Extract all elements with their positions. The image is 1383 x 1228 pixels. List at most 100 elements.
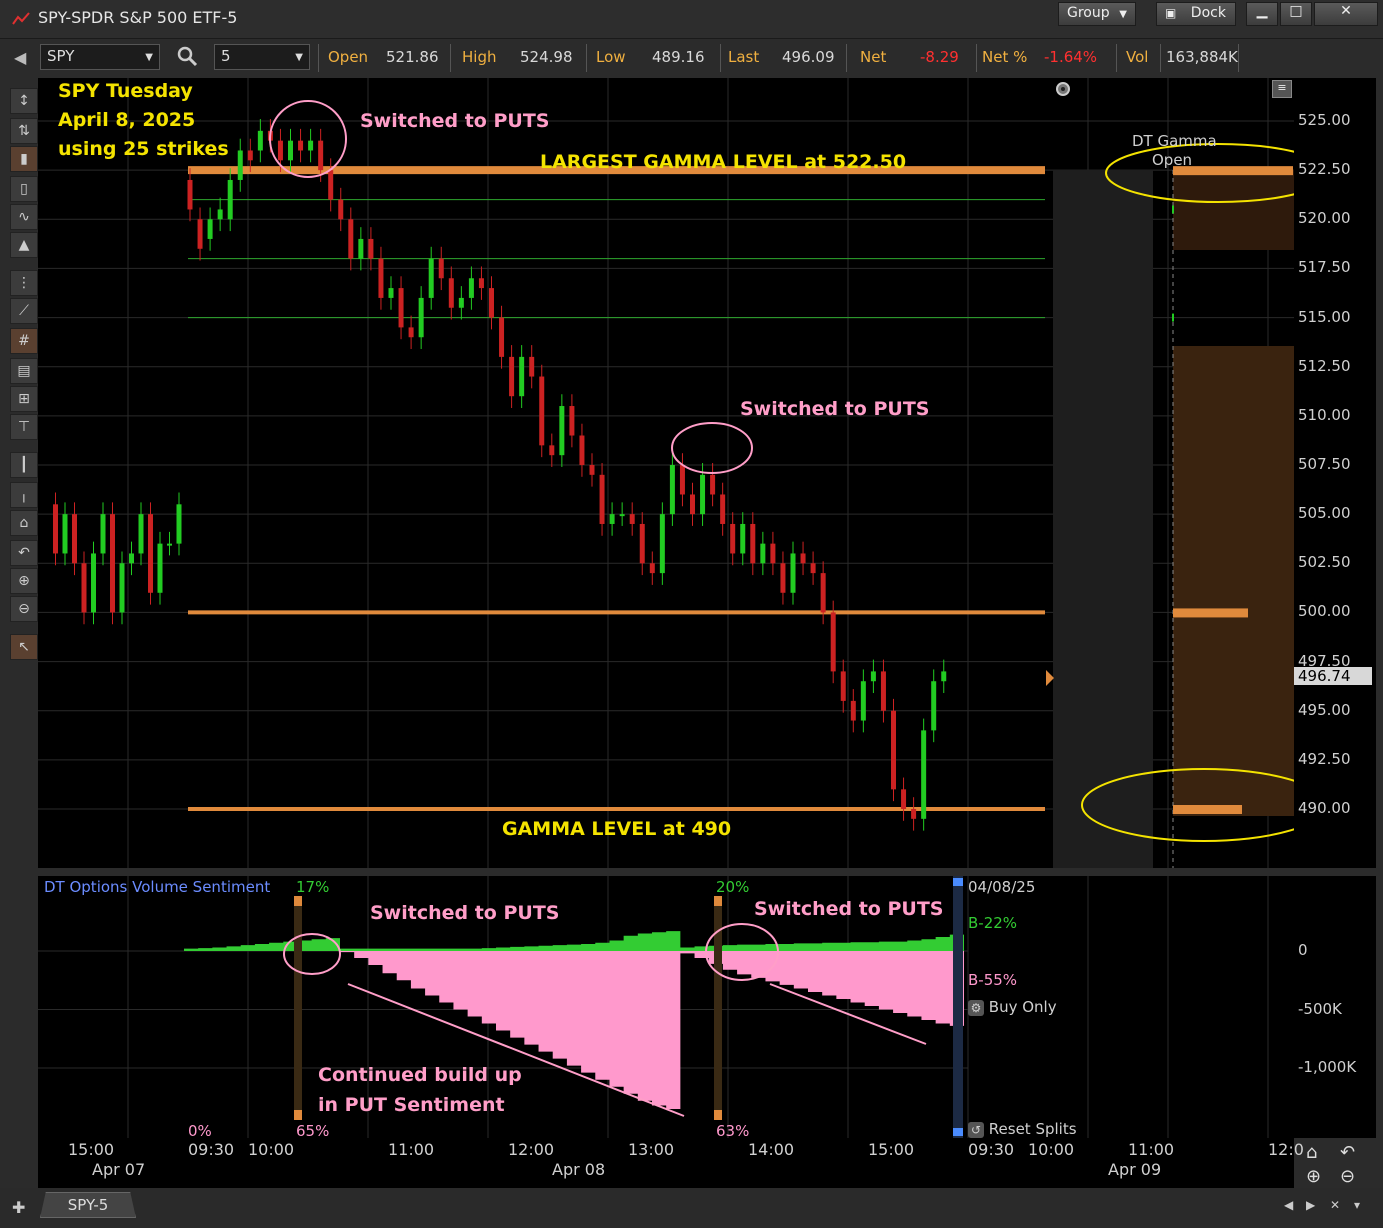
buy-calls-pct: B-22% [968, 914, 1018, 932]
chevron-down-icon: ▼ [1119, 9, 1127, 20]
quote-separator [450, 44, 451, 72]
scale-tool-icon[interactable]: ┃ [10, 452, 38, 478]
home-icon[interactable]: ⌂ [1306, 1142, 1317, 1163]
minimize-button[interactable]: ▁ [1246, 2, 1278, 26]
candle-body [176, 504, 182, 544]
candle-body [318, 140, 324, 171]
candle-body [237, 150, 243, 180]
candle-body [129, 553, 134, 564]
reset-splits-button[interactable]: ↺ Reset Splits [968, 1120, 1077, 1138]
candle-body [730, 523, 736, 554]
line-chart-icon[interactable]: ∿ [10, 204, 38, 230]
grid-tool-icon[interactable]: # [10, 328, 38, 354]
candle-body [609, 514, 615, 524]
quote-value-4: -8.29 [920, 48, 959, 66]
group-dropdown[interactable]: Group ▼ [1058, 2, 1136, 26]
candle-body [599, 474, 605, 524]
minimize-icon: ▁ [1256, 3, 1268, 19]
candlestick-chart[interactable] [38, 78, 1294, 868]
scroll-right-icon[interactable]: ▶ [1306, 1198, 1315, 1212]
candle-body [247, 150, 253, 161]
crosshair-tool-icon[interactable]: ↕ [10, 88, 38, 114]
candle-body [820, 573, 826, 613]
quote-separator [846, 44, 847, 72]
close-button[interactable]: ✕ [1314, 2, 1378, 26]
candle-body [308, 140, 314, 151]
sentiment-scale-label: -500K [1298, 999, 1342, 1018]
gamma-shade [1053, 170, 1153, 868]
collapse-left-icon[interactable]: ◀ [14, 48, 26, 67]
sentiment-area-chart[interactable] [38, 876, 1294, 1138]
gamma-profile-bar [1173, 805, 1242, 814]
zoom-in-icon[interactable]: ⊕ [10, 568, 38, 594]
candle-body [649, 563, 655, 574]
tab-spy-5[interactable]: SPY-5 [40, 1192, 136, 1218]
split-handle [294, 1110, 302, 1120]
candle-body [740, 523, 746, 554]
candle-body [368, 238, 374, 259]
dock-icon: ▣ [1165, 6, 1177, 20]
pointer-icon[interactable]: ↖ [10, 634, 38, 660]
dock-button[interactable]: ▣ Dock [1156, 2, 1236, 26]
current-bar-handle [953, 878, 963, 886]
interval-select[interactable]: 5 ▼ [214, 44, 310, 70]
sentiment-panel[interactable]: DT Options Volume Sentiment 17% 20% 0% 6… [38, 876, 1294, 1140]
quote-value-3: 496.09 [782, 48, 835, 66]
drawing-tools-panel: ↕ ⇅ ▮ ▯ ∿ ▲ ⋮ ⟋ # ▤ ⊞ ⊤ ┃ ╷ ⌂ ↶ ⊕ ⊖ ↖ [6, 84, 38, 664]
candle-body [408, 327, 414, 338]
bar-spacing-icon[interactable]: ╷ [10, 482, 38, 508]
candle-body [770, 543, 776, 564]
zoom-out-icon[interactable]: ⊖ [1340, 1166, 1355, 1187]
bar-tool-icon[interactable]: ▯ [10, 176, 38, 202]
cursor-tool-icon[interactable]: ⇅ [10, 118, 38, 144]
candle-body [288, 140, 293, 161]
gamma-profile-upper [1173, 170, 1294, 250]
candle-body [458, 297, 464, 308]
add-tab-icon[interactable]: ✚ [12, 1198, 25, 1217]
tab-close-icon[interactable]: ✕ [1330, 1198, 1340, 1212]
candle-body [277, 140, 283, 161]
candle-body [941, 671, 947, 682]
price-scale[interactable]: 525.00 522.50 520.00 517.50 515.00 512.50 510.… [1294, 78, 1376, 868]
undo-icon[interactable]: ↶ [10, 540, 38, 566]
price-label: 510.00 [1298, 405, 1351, 424]
note-largest-gamma: LARGEST GAMMA LEVEL at 522.50 [540, 151, 907, 173]
candle-body [830, 612, 836, 672]
chart-app-icon [12, 12, 30, 25]
time-axis[interactable]: 15:00 09:30 10:00 11:00 12:00 13:00 14:00 15:00… [38, 1138, 1304, 1188]
horizontal-line-icon[interactable]: ⊤ [10, 414, 38, 440]
buy-only-toggle[interactable]: ⚙ Buy Only [968, 998, 1057, 1016]
candle-body [348, 219, 354, 259]
candle-body [911, 809, 917, 819]
candle-body [207, 219, 213, 239]
trendline-tool-icon[interactable]: ⟋ [10, 298, 38, 324]
level-tool-icon[interactable]: ⋮ [10, 270, 38, 296]
gridlines-icon[interactable]: ⊞ [10, 386, 38, 412]
candle-body [438, 258, 444, 279]
gear-icon[interactable] [1054, 80, 1072, 98]
search-icon[interactable] [177, 46, 199, 68]
price-chart-panel[interactable]: ≡ SPY Tuesday April 8, 2025 using 25 str… [38, 78, 1294, 868]
quote-label-2: Low [596, 48, 626, 66]
title-bar: SPY-SPDR S&P 500 ETF-5 Group ▼ ▣ Dock ▁ … [0, 0, 1383, 39]
chevron-down-icon: ▼ [145, 52, 153, 63]
table-tool-icon[interactable]: ▤ [10, 358, 38, 384]
zoom-in-icon[interactable]: ⊕ [1306, 1166, 1321, 1187]
mountain-chart-icon[interactable]: ▲ [10, 232, 38, 258]
candle-tool-icon[interactable]: ▮ [10, 146, 38, 172]
tab-menu-icon[interactable]: ▾ [1354, 1198, 1360, 1212]
home-icon[interactable]: ⌂ [10, 510, 38, 536]
symbol-input[interactable]: SPY ▼ [40, 44, 160, 70]
candle-body [579, 435, 585, 465]
maximize-button[interactable]: □ [1280, 2, 1312, 26]
undo-icon[interactable]: ↶ [1340, 1142, 1355, 1163]
price-label: 512.50 [1298, 356, 1351, 375]
scroll-left-icon[interactable]: ◀ [1284, 1198, 1293, 1212]
candle-body [157, 543, 163, 593]
menu-icon[interactable]: ≡ [1272, 80, 1292, 98]
gear-icon: ⚙ [968, 1000, 984, 1016]
zoom-out-icon[interactable]: ⊖ [10, 596, 38, 622]
sentiment-panel-title: DT Options Volume Sentiment [44, 878, 271, 896]
candle-body [659, 514, 665, 574]
sentiment-scale[interactable]: 0 -500K -1,000K [1294, 876, 1376, 1138]
